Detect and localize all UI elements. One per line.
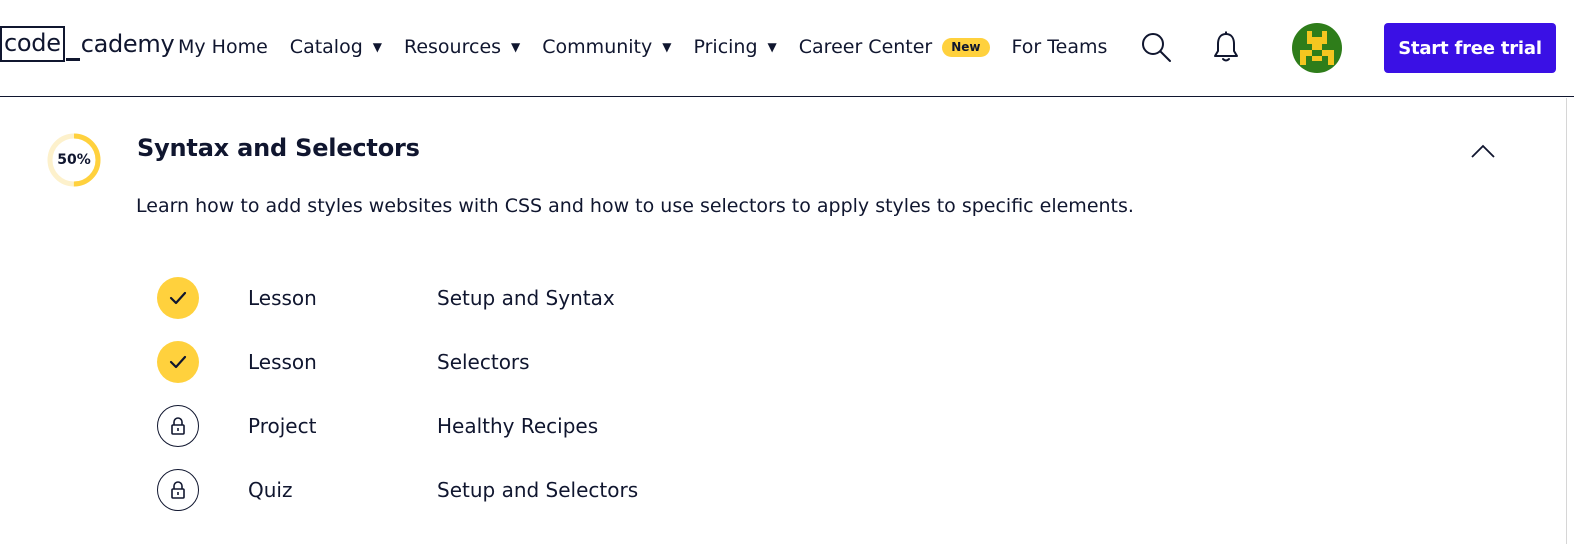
- content-item-project-healthy-recipes[interactable]: Project Healthy Recipes: [157, 405, 1057, 469]
- search-button[interactable]: [1139, 29, 1173, 65]
- nav-career-center-label: Career Center: [798, 36, 933, 58]
- logo-code-text: code: [0, 26, 65, 62]
- top-nav-bar: code cademy My Home Catalog ▼ Resources ▼…: [0, 0, 1574, 97]
- checkmark-icon: [169, 355, 187, 369]
- syllabus-module: 50% Syntax and Selectors Learn how to ad…: [0, 98, 1566, 544]
- content-item-lesson-selectors[interactable]: Lesson Selectors: [157, 341, 1057, 405]
- scroll-edge-divider: [1566, 98, 1567, 544]
- chevron-down-icon: ▼: [767, 40, 777, 54]
- new-badge: New: [942, 37, 990, 57]
- nav-catalog[interactable]: Catalog ▼: [290, 36, 382, 58]
- content-name-link[interactable]: Setup and Syntax: [437, 286, 615, 310]
- content-type-label: Project: [248, 414, 317, 438]
- content-item-lesson-setup-syntax[interactable]: Lesson Setup and Syntax: [157, 277, 1057, 341]
- module-content-list: Lesson Setup and Syntax Lesson Selectors…: [157, 277, 1057, 533]
- avatar-icon: [1292, 23, 1342, 73]
- chevron-up-icon: [1471, 144, 1495, 158]
- content-type-label: Quiz: [248, 478, 293, 502]
- nav-for-teams-label: For Teams: [1011, 36, 1108, 58]
- module-description: Learn how to add styles websites with CS…: [136, 195, 1134, 217]
- nav-catalog-label: Catalog: [289, 36, 363, 58]
- chevron-down-icon: ▼: [662, 40, 672, 54]
- content-name-link[interactable]: Healthy Recipes: [437, 414, 598, 438]
- search-icon: [1142, 33, 1171, 62]
- locked-status: [157, 469, 199, 511]
- nav-my-home[interactable]: My Home: [178, 36, 268, 58]
- lock-icon: [171, 481, 185, 499]
- nav-resources-label: Resources: [404, 36, 502, 58]
- completed-status: [157, 277, 199, 319]
- lock-icon: [171, 417, 185, 435]
- nav-community[interactable]: Community ▼: [542, 36, 671, 58]
- bell-icon: [1214, 31, 1238, 62]
- chevron-down-icon: ▼: [511, 40, 521, 54]
- content-item-quiz-setup-selectors[interactable]: Quiz Setup and Selectors: [157, 469, 1057, 533]
- logo-cademy-text: cademy: [80, 30, 175, 58]
- nav-pricing-label: Pricing: [693, 36, 758, 58]
- main-nav: My Home Catalog ▼ Resources ▼ Community …: [178, 0, 1129, 94]
- content-name-link[interactable]: Setup and Selectors: [437, 478, 638, 502]
- collapse-module-button[interactable]: [1466, 136, 1500, 166]
- start-free-trial-button[interactable]: Start free trial: [1384, 23, 1556, 73]
- content-type-label: Lesson: [248, 350, 317, 374]
- nav-pricing[interactable]: Pricing ▼: [693, 36, 776, 58]
- module-title: Syntax and Selectors: [137, 134, 420, 162]
- content-name-link[interactable]: Selectors: [437, 350, 530, 374]
- locked-status: [157, 405, 199, 447]
- completed-status: [157, 341, 199, 383]
- module-progress-label: 50%: [57, 152, 91, 168]
- nav-my-home-label: My Home: [178, 36, 268, 58]
- logo-cursor: [65, 58, 80, 61]
- user-avatar[interactable]: [1292, 23, 1342, 73]
- nav-career-center[interactable]: Career Center New: [799, 36, 990, 58]
- module-progress-ring: 50%: [46, 132, 102, 188]
- nav-community-label: Community: [542, 36, 653, 58]
- content-type-label: Lesson: [248, 286, 317, 310]
- chevron-down-icon: ▼: [372, 40, 382, 54]
- nav-for-teams[interactable]: For Teams: [1012, 36, 1108, 58]
- checkmark-icon: [169, 291, 187, 305]
- codecademy-logo[interactable]: code cademy: [0, 26, 175, 62]
- nav-resources[interactable]: Resources ▼: [404, 36, 520, 58]
- notifications-button[interactable]: [1209, 29, 1243, 65]
